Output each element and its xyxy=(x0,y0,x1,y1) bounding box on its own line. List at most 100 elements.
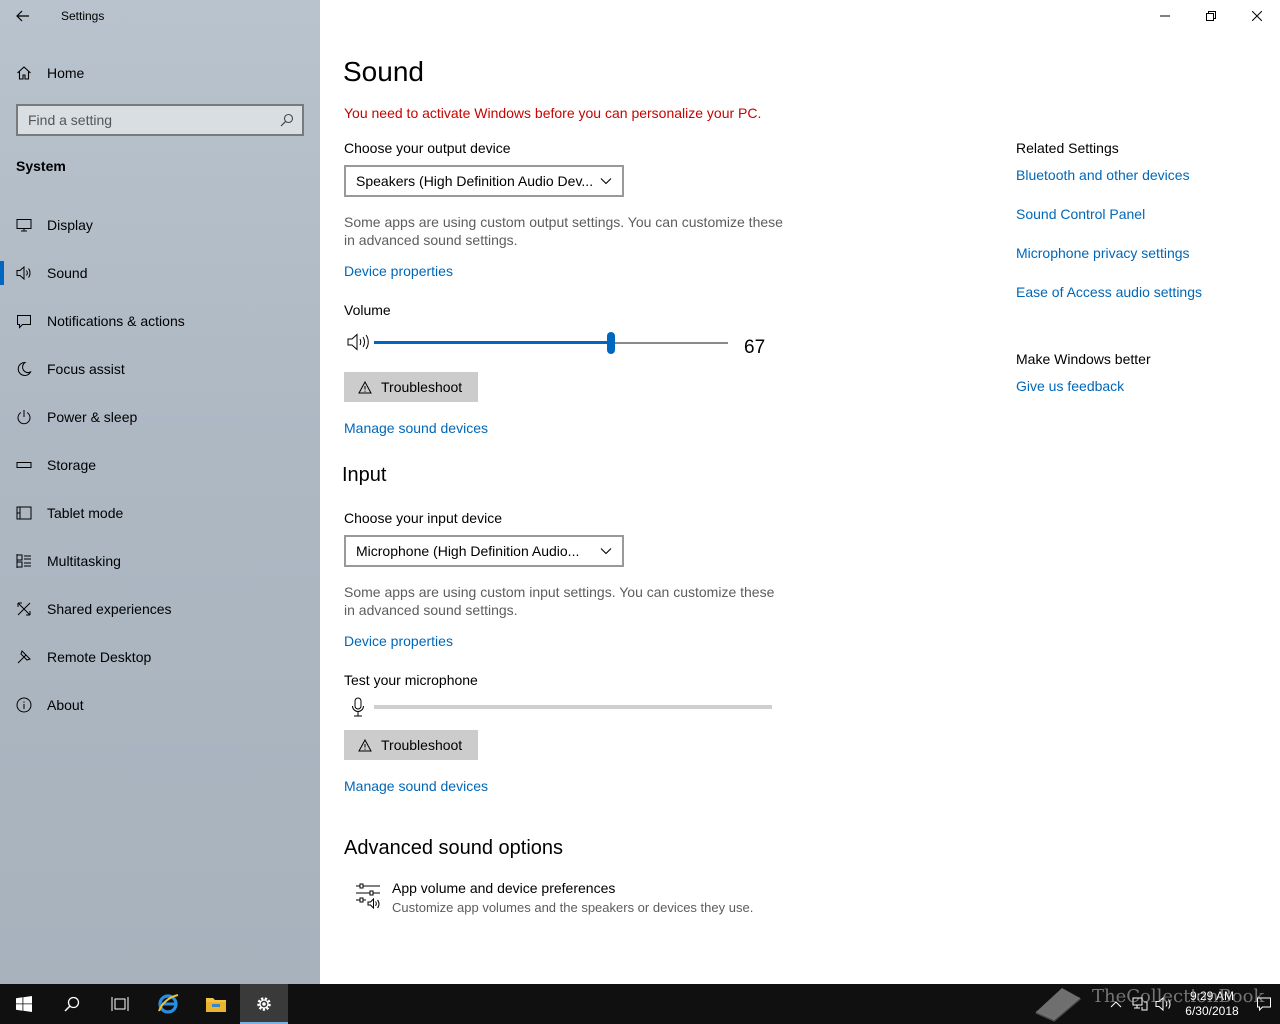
sidebar-item-label: Display xyxy=(47,217,93,233)
output-device-label: Choose your output device xyxy=(344,140,511,156)
taskbar-clock[interactable]: 9:29 AM 6/30/2018 xyxy=(1176,989,1248,1019)
output-troubleshoot-button[interactable]: Troubleshoot xyxy=(344,372,478,402)
network-tray-button[interactable] xyxy=(1128,984,1152,1024)
network-icon xyxy=(1132,997,1148,1011)
activation-warning: You need to activate Windows before you … xyxy=(344,105,762,121)
sidebar-item-label: Tablet mode xyxy=(47,505,124,521)
troubleshoot-label: Troubleshoot xyxy=(381,737,463,753)
monitor-icon xyxy=(0,217,47,233)
app-volume-preferences-item[interactable]: App volume and device preferences Custom… xyxy=(344,880,844,924)
internet-explorer-icon xyxy=(158,994,179,1014)
sidebar-item-focus-assist[interactable]: Focus assist xyxy=(0,345,320,393)
search-taskbar-button[interactable] xyxy=(48,984,96,1024)
output-device-properties-link[interactable]: Device properties xyxy=(344,263,453,279)
sidebar-item-label: Multitasking xyxy=(47,553,121,569)
volume-tray-button[interactable] xyxy=(1152,984,1176,1024)
output-settings-note: Some apps are using custom output settin… xyxy=(344,214,783,248)
nav-list: Display Sound Notifications & actions Fo… xyxy=(0,201,320,729)
speaker-icon[interactable] xyxy=(347,333,369,351)
file-explorer-button[interactable] xyxy=(192,984,240,1024)
search-icon[interactable] xyxy=(280,113,294,127)
sound-control-panel-link[interactable]: Sound Control Panel xyxy=(1016,206,1145,222)
task-view-button[interactable] xyxy=(96,984,144,1024)
troubleshoot-label: Troubleshoot xyxy=(381,379,463,395)
tablet-icon xyxy=(0,505,47,521)
internet-explorer-button[interactable] xyxy=(144,984,192,1024)
system-tray: 9:29 AM 6/30/2018 xyxy=(1104,984,1280,1024)
sidebar-item-about[interactable]: About xyxy=(0,681,320,729)
speaker-icon xyxy=(1155,997,1171,1011)
advanced-sound-heading: Advanced sound options xyxy=(344,837,564,859)
give-feedback-link[interactable]: Give us feedback xyxy=(1016,378,1124,394)
sidebar-item-remote-desktop[interactable]: Remote Desktop xyxy=(0,633,320,681)
output-manage-sound-devices-link[interactable]: Manage sound devices xyxy=(344,420,488,436)
back-button[interactable] xyxy=(0,0,46,32)
home-icon xyxy=(0,65,47,81)
title-bar: Settings xyxy=(0,0,320,32)
windows-logo-icon xyxy=(16,996,32,1012)
page-title: Sound xyxy=(343,56,424,87)
chevron-up-icon xyxy=(1110,1001,1122,1008)
related-settings-heading: Related Settings xyxy=(1016,140,1119,156)
sidebar-item-label: Sound xyxy=(47,265,88,281)
folder-icon xyxy=(206,998,226,1012)
back-arrow-icon xyxy=(16,10,29,22)
sidebar-item-label: Home xyxy=(47,65,85,81)
speaker-icon xyxy=(0,265,47,281)
remote-icon xyxy=(0,649,47,665)
multitask-icon xyxy=(0,553,47,569)
sidebar-item-notifications[interactable]: Notifications & actions xyxy=(0,297,320,345)
settings-taskbar-button[interactable] xyxy=(240,984,288,1024)
microphone-privacy-link[interactable]: Microphone privacy settings xyxy=(1016,245,1190,261)
ease-of-access-audio-link[interactable]: Ease of Access audio settings xyxy=(1016,284,1202,300)
sidebar-item-multitasking[interactable]: Multitasking xyxy=(0,537,320,585)
chevron-down-icon xyxy=(600,178,612,185)
search-input[interactable] xyxy=(28,112,280,128)
shared-icon xyxy=(0,601,47,617)
sidebar-item-display[interactable]: Display xyxy=(0,201,320,249)
chevron-down-icon xyxy=(600,548,612,555)
start-button[interactable] xyxy=(0,984,48,1024)
sidebar-item-label: About xyxy=(47,697,84,713)
search-icon xyxy=(64,996,80,1012)
warning-icon xyxy=(358,380,372,394)
input-device-dropdown[interactable]: Microphone (High Definition Audio... xyxy=(344,535,624,567)
output-device-dropdown[interactable]: Speakers (High Definition Audio Dev... xyxy=(344,165,624,197)
sidebar-item-label: Notifications & actions xyxy=(47,313,185,329)
main-content: Sound You need to activate Windows befor… xyxy=(320,0,1280,984)
microphone-level-row xyxy=(344,696,774,718)
output-device-value: Speakers (High Definition Audio Dev... xyxy=(356,173,594,189)
app-volume-subtitle: Customize app volumes and the speakers o… xyxy=(392,900,754,915)
input-troubleshoot-button[interactable]: Troubleshoot xyxy=(344,730,478,760)
sidebar-section-label: System xyxy=(16,158,66,174)
input-settings-note: Some apps are using custom input setting… xyxy=(344,584,775,618)
sidebar-item-power-sleep[interactable]: Power & sleep xyxy=(0,393,320,441)
show-hidden-icons-button[interactable] xyxy=(1104,984,1128,1024)
sidebar-item-label: Storage xyxy=(47,457,97,473)
bluetooth-devices-link[interactable]: Bluetooth and other devices xyxy=(1016,167,1190,183)
gear-icon xyxy=(257,997,271,1011)
notification-icon xyxy=(1257,997,1271,1012)
sidebar-item-label: Remote Desktop xyxy=(47,649,152,665)
volume-value: 67 xyxy=(744,337,766,358)
volume-slider-thumb[interactable] xyxy=(607,332,616,354)
input-device-value: Microphone (High Definition Audio... xyxy=(356,543,580,559)
sidebar-item-shared-experiences[interactable]: Shared experiences xyxy=(0,585,320,633)
clock-time: 9:29 AM xyxy=(1189,989,1235,1003)
sidebar-item-storage[interactable]: Storage xyxy=(0,441,320,489)
input-device-properties-link[interactable]: Device properties xyxy=(344,633,453,649)
input-device-label: Choose your input device xyxy=(344,510,502,526)
sidebar-item-label: Shared experiences xyxy=(47,601,172,617)
sidebar-item-sound[interactable]: Sound xyxy=(0,249,320,297)
input-manage-sound-devices-link[interactable]: Manage sound devices xyxy=(344,778,488,794)
test-microphone-label: Test your microphone xyxy=(344,672,478,688)
action-center-button[interactable] xyxy=(1248,984,1280,1024)
sidebar-item-label: Power & sleep xyxy=(47,409,138,425)
app-title: Settings xyxy=(61,9,105,23)
volume-label: Volume xyxy=(344,302,391,318)
sidebar-item-tablet-mode[interactable]: Tablet mode xyxy=(0,489,320,537)
microphone-icon xyxy=(352,697,364,717)
sidebar-item-label: Focus assist xyxy=(47,361,125,377)
drive-icon xyxy=(0,457,47,473)
sidebar-item-home[interactable]: Home xyxy=(0,56,320,90)
